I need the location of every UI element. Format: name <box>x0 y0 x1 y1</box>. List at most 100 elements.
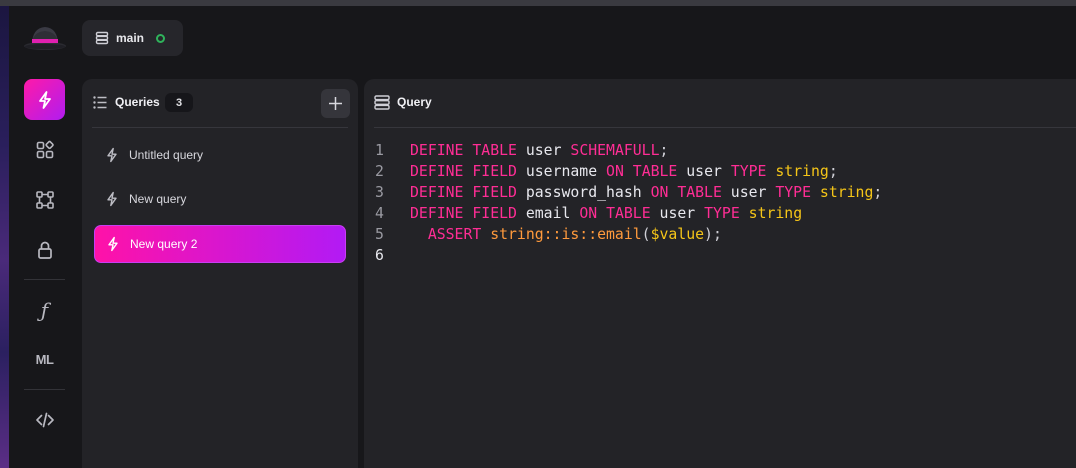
sidebar-item-authentication[interactable] <box>24 229 65 270</box>
code-token: TABLE <box>632 163 678 180</box>
code-token: ON <box>606 163 624 180</box>
code-line: 2 DEFINE FIELD username ON TABLE user TYP… <box>374 161 1076 182</box>
code-token: ; <box>873 184 883 201</box>
line-number: 1 <box>375 142 384 159</box>
code-token: TYPE <box>775 184 811 201</box>
queries-panel-header: Queries 3 <box>82 79 358 126</box>
code-token: ON <box>579 205 598 222</box>
code-token: user <box>659 205 696 222</box>
query-list-item[interactable]: New query <box>94 180 346 218</box>
code-line: 6 <box>374 245 1076 266</box>
line-number: 2 <box>375 163 384 180</box>
code-text: ASSERT string::is::email($value); <box>410 224 722 245</box>
grid-icon <box>36 140 54 158</box>
code-text: DEFINE FIELD username ON TABLE user TYPE… <box>410 161 838 182</box>
query-editor-header: Query <box>364 79 1076 126</box>
lightning-icon <box>107 147 117 163</box>
sidebar-item-query[interactable] <box>24 79 65 120</box>
list-icon <box>93 96 107 109</box>
code-token: DEFINE <box>410 184 464 201</box>
code-line: 3 DEFINE FIELD password_hash ON TABLE use… <box>374 182 1076 203</box>
ml-icon: ML <box>35 352 54 367</box>
code-token: ; <box>659 142 669 159</box>
queries-count-badge: 3 <box>165 93 193 112</box>
code-token: string <box>748 205 803 222</box>
namespace-selector[interactable]: main <box>82 20 183 56</box>
sidebar-item-designer[interactable] <box>24 179 65 220</box>
code-token: TABLE <box>677 184 722 201</box>
function-icon: ƒ <box>40 297 49 322</box>
code-token: email <box>525 205 571 222</box>
code-token: ( <box>641 226 651 243</box>
line-number: 5 <box>375 226 384 243</box>
query-item-label: New query <box>129 192 187 206</box>
code-line: 1 DEFINE TABLE user SCHEMAFULL; <box>374 140 1076 161</box>
sidebar-item-explorer[interactable] <box>24 129 65 170</box>
sidebar-item-models[interactable]: ML <box>24 339 65 380</box>
query-list-item[interactable]: Untitled query <box>94 136 346 174</box>
code-token: string::is::email <box>490 226 642 243</box>
code-token: user <box>686 163 722 180</box>
lock-icon <box>37 241 52 259</box>
code-icon <box>35 412 54 427</box>
query-item-label: Untitled query <box>129 148 204 162</box>
code-editor[interactable]: 1 DEFINE TABLE user SCHEMAFULL; 2 DEFINE FI… <box>374 140 1076 266</box>
lightning-icon <box>38 90 51 109</box>
database-icon <box>95 31 109 45</box>
namespace-label: main <box>116 31 145 45</box>
code-token: TYPE <box>704 205 740 222</box>
sidebar-item-api-docs[interactable] <box>24 399 65 440</box>
bowler-hat-logo-icon <box>23 22 67 52</box>
code-token: FIELD <box>472 184 517 201</box>
plus-icon <box>329 97 342 110</box>
line-number: 6 <box>375 247 384 264</box>
lightning-icon <box>108 236 118 252</box>
code-token: TABLE <box>472 142 517 159</box>
sidebar: ƒ ML <box>9 72 81 468</box>
code-token: ; <box>828 163 838 180</box>
code-token: password_hash <box>525 184 642 201</box>
code-token: FIELD <box>472 205 517 222</box>
query-item-label: New query 2 <box>130 237 198 251</box>
code-token: SCHEMAFULL <box>570 142 660 159</box>
code-token: user <box>525 142 562 159</box>
code-token: FIELD <box>472 163 517 180</box>
code-text: DEFINE FIELD email ON TABLE user TYPE st… <box>410 203 802 224</box>
code-token: user <box>730 184 767 201</box>
code-line: 5 ASSERT string::is::email($value); <box>374 224 1076 245</box>
connection-status-indicator <box>156 34 166 43</box>
graph-icon <box>35 190 54 209</box>
code-token: DEFINE <box>410 142 464 159</box>
query-editor-divider <box>374 127 1076 128</box>
code-token: string <box>775 163 829 180</box>
add-query-button[interactable] <box>321 89 350 118</box>
queries-divider <box>92 127 348 128</box>
code-token: $value <box>650 226 705 243</box>
code-token: DEFINE <box>410 163 464 180</box>
stack-icon <box>374 95 390 110</box>
queries-panel: Queries 3 Untitled query New query New q… <box>82 79 358 468</box>
lightning-icon <box>107 191 117 207</box>
queries-title: Queries <box>115 95 160 109</box>
code-token: ON <box>650 184 669 201</box>
code-line: 4 DEFINE FIELD email ON TABLE user TYPE s… <box>374 203 1076 224</box>
query-list-item-active[interactable]: New query 2 <box>94 225 346 263</box>
sidebar-item-functions[interactable]: ƒ <box>24 289 65 330</box>
code-token: string <box>819 184 874 201</box>
line-number: 3 <box>375 184 384 201</box>
code-text: DEFINE TABLE user SCHEMAFULL; <box>410 140 668 161</box>
